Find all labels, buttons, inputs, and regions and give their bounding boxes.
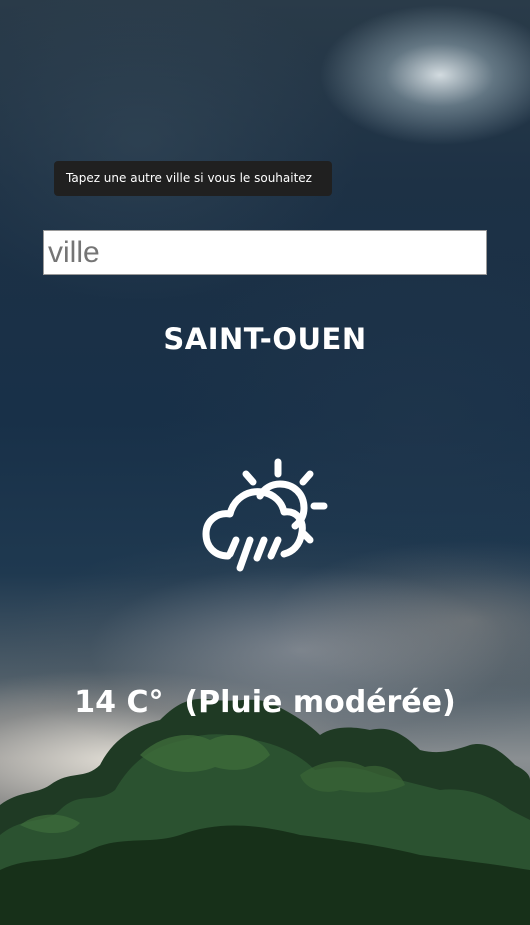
temperature-unit: C° [126, 685, 164, 720]
weather-screen: Tapez une autre ville si vous le souhait… [0, 0, 530, 925]
city-search-input[interactable] [43, 230, 487, 275]
city-name: SAINT-OUEN [163, 322, 367, 356]
search-hint-tooltip: Tapez une autre ville si vous le souhait… [54, 161, 332, 196]
temperature-value: 14 [74, 685, 117, 720]
temperature-condition: 14 C° (Pluie modérée) [0, 685, 530, 720]
sun-cloud-rain-icon [202, 458, 328, 572]
background-trees [0, 698, 530, 925]
weather-condition: (Pluie modérée) [184, 685, 456, 720]
